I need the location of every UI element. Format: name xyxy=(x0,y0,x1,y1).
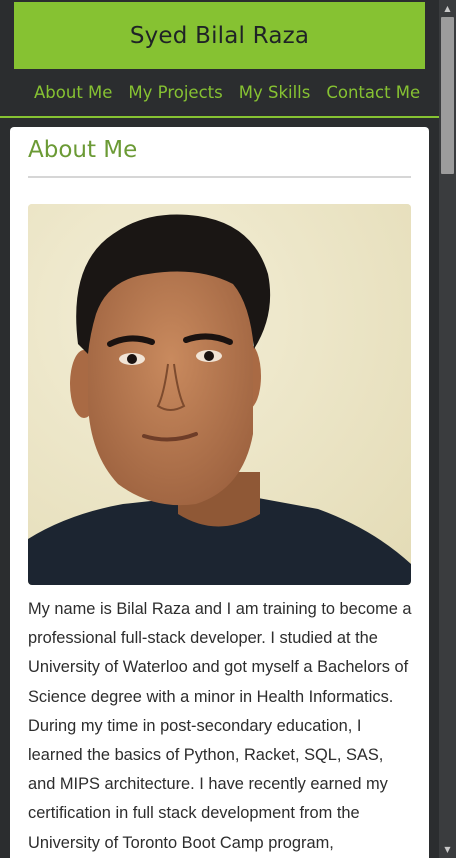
page-scrollbar[interactable]: ▲ ▼ xyxy=(439,0,456,858)
nav-about-me[interactable]: About Me xyxy=(24,76,120,108)
about-bio-text: My name is Bilal Raza and I am training … xyxy=(28,600,412,852)
site-header: Syed Bilal Raza xyxy=(14,2,425,69)
profile-photo-illustration xyxy=(28,204,411,585)
triangle-down-icon[interactable]: ▼ xyxy=(439,841,456,858)
triangle-up-icon[interactable]: ▲ xyxy=(439,0,456,17)
nav-contact-me[interactable]: Contact Me xyxy=(318,76,428,108)
site-title: Syed Bilal Raza xyxy=(129,22,310,49)
nav-my-projects[interactable]: My Projects xyxy=(120,76,230,108)
scrollbar-thumb[interactable] xyxy=(441,17,454,174)
nav-underline xyxy=(0,116,439,118)
section-title: About Me xyxy=(28,137,138,163)
nav-my-skills[interactable]: My Skills xyxy=(231,76,319,108)
browser-viewport: Syed Bilal Raza About Me My Projects My … xyxy=(0,0,456,858)
about-me-card: About Me My name is Bilal Raza and I am … xyxy=(10,127,429,858)
section-divider xyxy=(28,176,411,178)
main-nav: About Me My Projects My Skills Contact M… xyxy=(24,76,420,108)
profile-photo xyxy=(28,204,411,585)
page: Syed Bilal Raza About Me My Projects My … xyxy=(0,0,439,858)
